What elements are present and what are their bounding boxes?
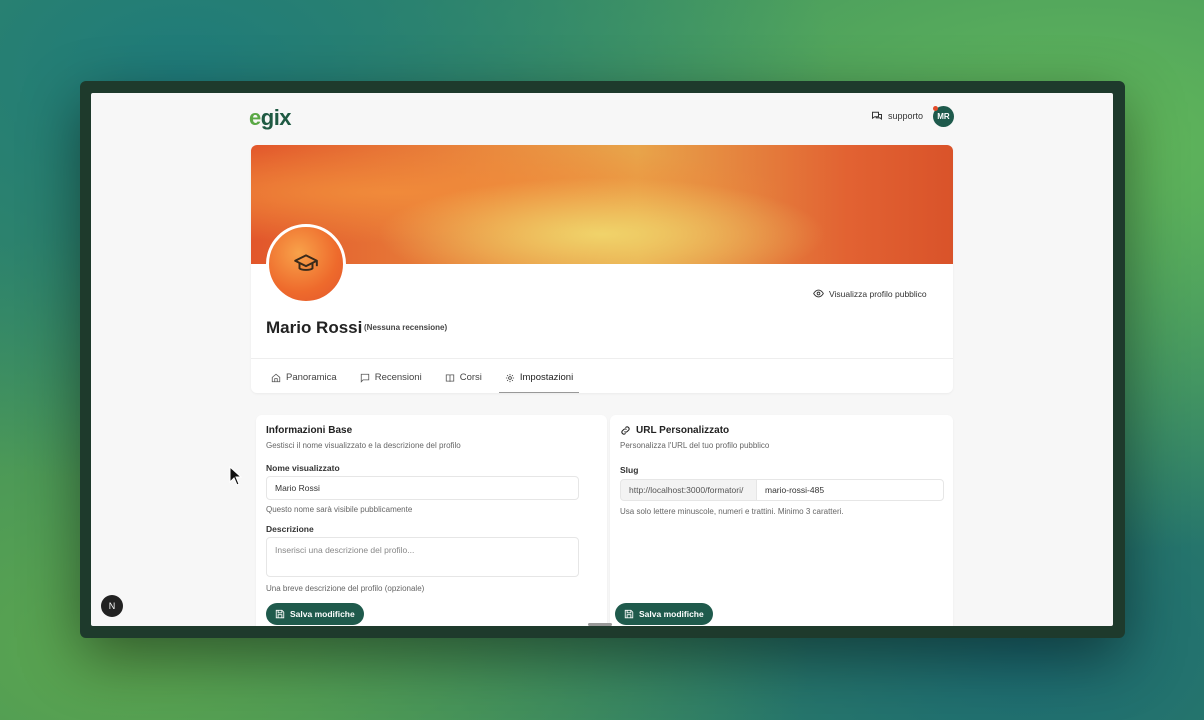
logo-text: gix — [260, 105, 292, 130]
chat-icon — [872, 111, 882, 120]
slug-prefix: http://localhost:3000/formatori/ — [620, 479, 757, 501]
profile-banner — [251, 145, 953, 264]
tab-label: Panoramica — [286, 372, 337, 383]
avatar[interactable]: MR — [933, 106, 954, 127]
top-bar: egix supporto MR — [91, 93, 1113, 141]
save-label: Salva modifiche — [290, 609, 355, 619]
slug-help: Usa solo lettere minuscole, numeri e tra… — [620, 507, 844, 516]
custom-url-title-text: URL Personalizzato — [636, 425, 730, 436]
basic-info-panel: Informazioni Base Gestisci il nome visua… — [256, 415, 607, 626]
logo-e: e — [249, 105, 261, 130]
tab-label: Recensioni — [374, 372, 422, 383]
home-icon — [271, 373, 281, 382]
notification-dot — [933, 106, 938, 111]
avatar-initials: MR — [937, 112, 950, 121]
eye-icon — [813, 289, 824, 298]
support-link[interactable]: supporto — [871, 110, 923, 122]
custom-url-title: URL Personalizzato — [620, 425, 729, 436]
profile-card: Visualizza profilo pubblico Mario Rossi … — [251, 145, 953, 393]
logo[interactable]: egix — [249, 105, 292, 131]
scroll-handle[interactable] — [588, 623, 612, 626]
comment-icon — [360, 373, 369, 383]
view-public-profile-button[interactable]: Visualizza profilo pubblico — [813, 288, 927, 299]
basic-info-title: Informazioni Base — [266, 425, 353, 436]
book-icon — [445, 373, 454, 382]
view-public-label: Visualizza profilo pubblico — [829, 288, 927, 299]
save-label: Salva modifiche — [639, 609, 704, 619]
display-name-value: Mario Rossi — [275, 483, 320, 493]
gear-icon — [505, 373, 514, 382]
tab-corsi[interactable]: Corsi — [439, 366, 488, 393]
tab-panoramica[interactable]: Panoramica — [265, 366, 343, 393]
tab-impostazioni[interactable]: Impostazioni — [498, 366, 580, 393]
save-icon — [624, 609, 634, 619]
custom-url-subtitle: Personalizza l'URL del tuo profilo pubbl… — [620, 441, 770, 450]
app-screen: egix supporto MR Visualizza profilo pubb… — [91, 93, 1113, 626]
slug-label: Slug — [620, 465, 639, 475]
tab-label: Corsi — [459, 372, 482, 383]
description-input[interactable]: Inserisci una descrizione del profilo... — [266, 537, 579, 577]
tab-label: Impostazioni — [519, 372, 574, 383]
profile-name: Mario Rossi — [266, 318, 363, 337]
tab-recensioni[interactable]: Recensioni — [354, 366, 428, 393]
support-label: supporto — [888, 111, 924, 121]
profile-picture[interactable] — [266, 224, 346, 304]
display-name-label: Nome visualizzato — [266, 463, 340, 473]
reviews-note: (Nessuna recensione) — [364, 323, 448, 332]
save-custom-url-button[interactable]: Salva modifiche — [615, 603, 713, 625]
display-name-help: Questo nome sarà visibile pubblicamente — [266, 505, 413, 514]
graduation-cap-icon — [294, 254, 318, 271]
save-basic-info-button[interactable]: Salva modifiche — [266, 603, 364, 625]
slug-input[interactable]: mario-rossi-485 — [756, 479, 944, 501]
mouse-cursor-icon — [229, 466, 243, 486]
custom-url-panel: URL Personalizzato Personalizza l'URL de… — [610, 415, 953, 626]
n-badge[interactable]: N — [101, 595, 123, 617]
link-icon — [621, 426, 630, 435]
description-label: Descrizione — [266, 524, 314, 534]
description-help: Una breve descrizione del profilo (opzio… — [266, 584, 425, 593]
tabs-divider — [251, 358, 953, 359]
display-name-input[interactable]: Mario Rossi — [266, 476, 579, 500]
basic-info-subtitle: Gestisci il nome visualizzato e la descr… — [266, 441, 461, 450]
slug-value: mario-rossi-485 — [765, 485, 825, 495]
profile-tabs: Panoramica Recensioni Corsi Impostazioni — [265, 366, 590, 393]
save-icon — [275, 609, 285, 619]
